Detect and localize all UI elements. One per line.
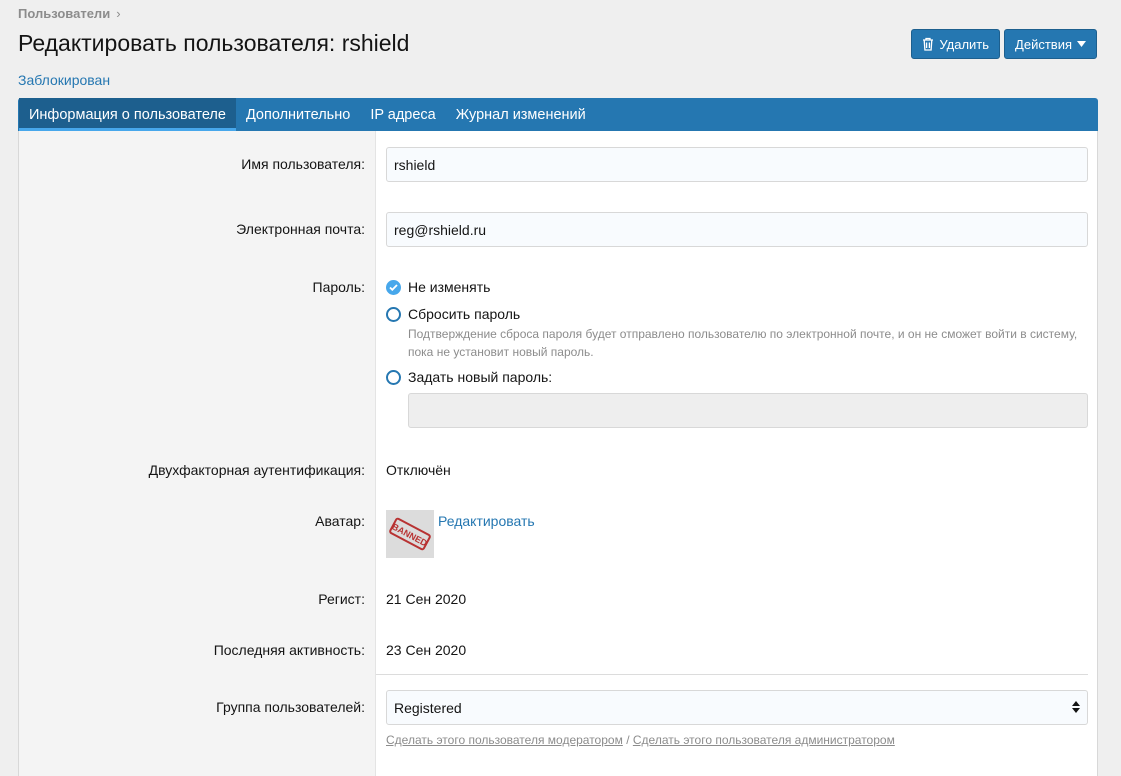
make-admin-link[interactable]: Сделать этого пользователя администратор… (633, 733, 895, 747)
password-reset-hint: Подтверждение сброса пароля будет отправ… (408, 327, 1078, 359)
user-group-label: Группа пользователей: (216, 699, 365, 715)
caret-down-icon (1077, 41, 1086, 47)
email-input[interactable] (386, 212, 1088, 247)
breadcrumb-users-link[interactable]: Пользователи (18, 6, 110, 21)
delete-button-label: Удалить (939, 36, 990, 52)
chevron-right-icon: › (116, 6, 121, 21)
password-reset-option[interactable]: Сбросить пароль (386, 306, 520, 322)
tab-user-info[interactable]: Информация о пользователе (19, 98, 236, 131)
tab-extra[interactable]: Дополнительно (236, 98, 360, 131)
radio-icon[interactable] (386, 369, 401, 385)
page-title: Редактировать пользователя: rshield (18, 30, 410, 56)
tab-bar: Информация о пользователе Дополнительно … (18, 98, 1098, 131)
avatar-label: Аватар: (315, 513, 365, 529)
registered-value: 21 Сен 2020 (386, 591, 467, 607)
form-separator (376, 674, 1088, 675)
user-group-links: Сделать этого пользователя модератором /… (386, 733, 895, 747)
user-group-select[interactable]: Registered (386, 690, 1088, 725)
password-new-option[interactable]: Задать новый пароль: (386, 369, 552, 385)
registered-label: Регист: (318, 591, 365, 607)
trash-icon (922, 37, 934, 51)
actions-menu-button[interactable]: Действия (1004, 29, 1097, 59)
user-group-selected-value: Registered (394, 699, 462, 716)
password-reset-label: Сбросить пароль (408, 306, 521, 322)
tab-ip-addresses[interactable]: IP адреса (360, 98, 445, 131)
tab-change-log[interactable]: Журнал изменений (446, 98, 596, 131)
two-factor-value: Отключён (386, 462, 451, 478)
top-actions: Удалить Действия (911, 29, 1097, 59)
banned-status-link[interactable]: Заблокирован (18, 72, 110, 88)
password-keep-option[interactable]: Не изменять (386, 279, 490, 295)
links-separator: / (626, 733, 630, 747)
username-label: Имя пользователя: (241, 156, 365, 172)
password-label: Пароль: (312, 279, 365, 295)
last-activity-label: Последняя активность: (213, 642, 365, 658)
select-arrows-icon (1072, 700, 1080, 716)
radio-icon[interactable] (386, 306, 401, 322)
form-panel: Имя пользователя: Электронная почта: Пар… (18, 131, 1098, 776)
avatar-edit-link[interactable]: Редактировать (438, 513, 535, 529)
new-password-input[interactable] (408, 393, 1088, 428)
breadcrumb: Пользователи › (18, 6, 121, 21)
delete-button[interactable]: Удалить (911, 29, 1001, 59)
make-moderator-link[interactable]: Сделать этого пользователя модератором (386, 733, 623, 747)
username-input[interactable] (386, 147, 1088, 182)
two-factor-label: Двухфакторная аутентификация: (148, 462, 365, 478)
password-new-label: Задать новый пароль: (408, 369, 553, 385)
avatar[interactable]: BANNED (386, 510, 434, 558)
actions-button-label: Действия (1015, 36, 1072, 52)
email-label: Электронная почта: (236, 221, 365, 237)
last-activity-value: 23 Сен 2020 (386, 642, 467, 658)
password-keep-label: Не изменять (408, 279, 491, 295)
checkmark-radio-icon[interactable] (386, 279, 401, 295)
